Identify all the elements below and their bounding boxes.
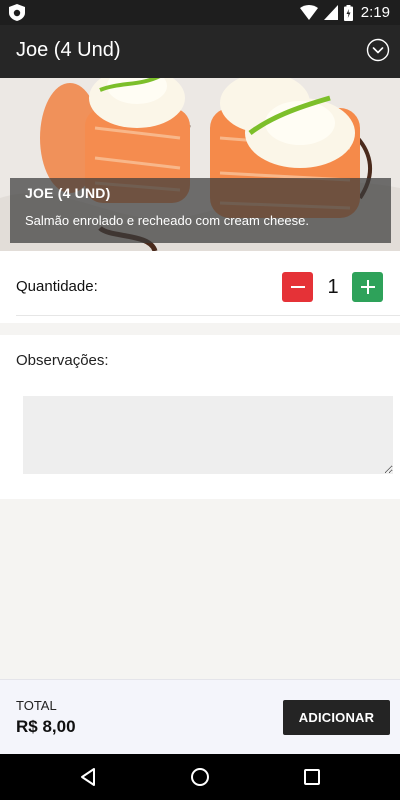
- product-description: Salmão enrolado e recheado com cream che…: [25, 213, 309, 228]
- total-value: R$ 8,00: [16, 717, 76, 736]
- total-label: TOTAL: [16, 698, 57, 713]
- chevron-down-circle-icon[interactable]: [366, 38, 390, 62]
- wifi-icon: [299, 5, 318, 20]
- decrease-quantity-button[interactable]: [282, 272, 313, 302]
- quantity-label: Quantidade:: [16, 278, 98, 295]
- status-time: 2:19: [360, 4, 390, 21]
- status-bar: 2:19: [0, 0, 400, 25]
- product-caption: JOE (4 UND) Salmão enrolado e recheado c…: [10, 178, 391, 243]
- quantity-section: Quantidade: 1: [0, 251, 400, 323]
- observations-input[interactable]: [23, 396, 393, 474]
- cell-signal-icon: [323, 5, 338, 20]
- observations-label: Observações:: [16, 352, 109, 369]
- product-image: JOE (4 UND) Salmão enrolado e recheado c…: [0, 78, 400, 251]
- app-shield-icon: [9, 4, 25, 21]
- add-to-cart-button[interactable]: ADICIONAR: [283, 700, 390, 735]
- divider: [16, 315, 400, 316]
- app-toolbar: Joe (4 Und): [0, 25, 400, 78]
- home-icon[interactable]: [188, 765, 212, 789]
- plus-icon: [360, 280, 375, 294]
- back-icon[interactable]: [77, 765, 101, 789]
- recents-icon[interactable]: [300, 765, 324, 789]
- system-navigation-bar: [0, 754, 400, 800]
- observations-section: Observações:: [0, 335, 400, 499]
- order-footer: TOTAL R$ 8,00 ADICIONAR: [0, 679, 400, 754]
- system-icons: 2:19: [299, 3, 390, 22]
- battery-icon: [343, 4, 353, 21]
- product-name: JOE (4 UND): [25, 185, 111, 201]
- quantity-value: 1: [327, 276, 339, 298]
- minus-icon: [290, 286, 305, 288]
- page-title: Joe (4 Und): [16, 39, 121, 61]
- increase-quantity-button[interactable]: [352, 272, 383, 302]
